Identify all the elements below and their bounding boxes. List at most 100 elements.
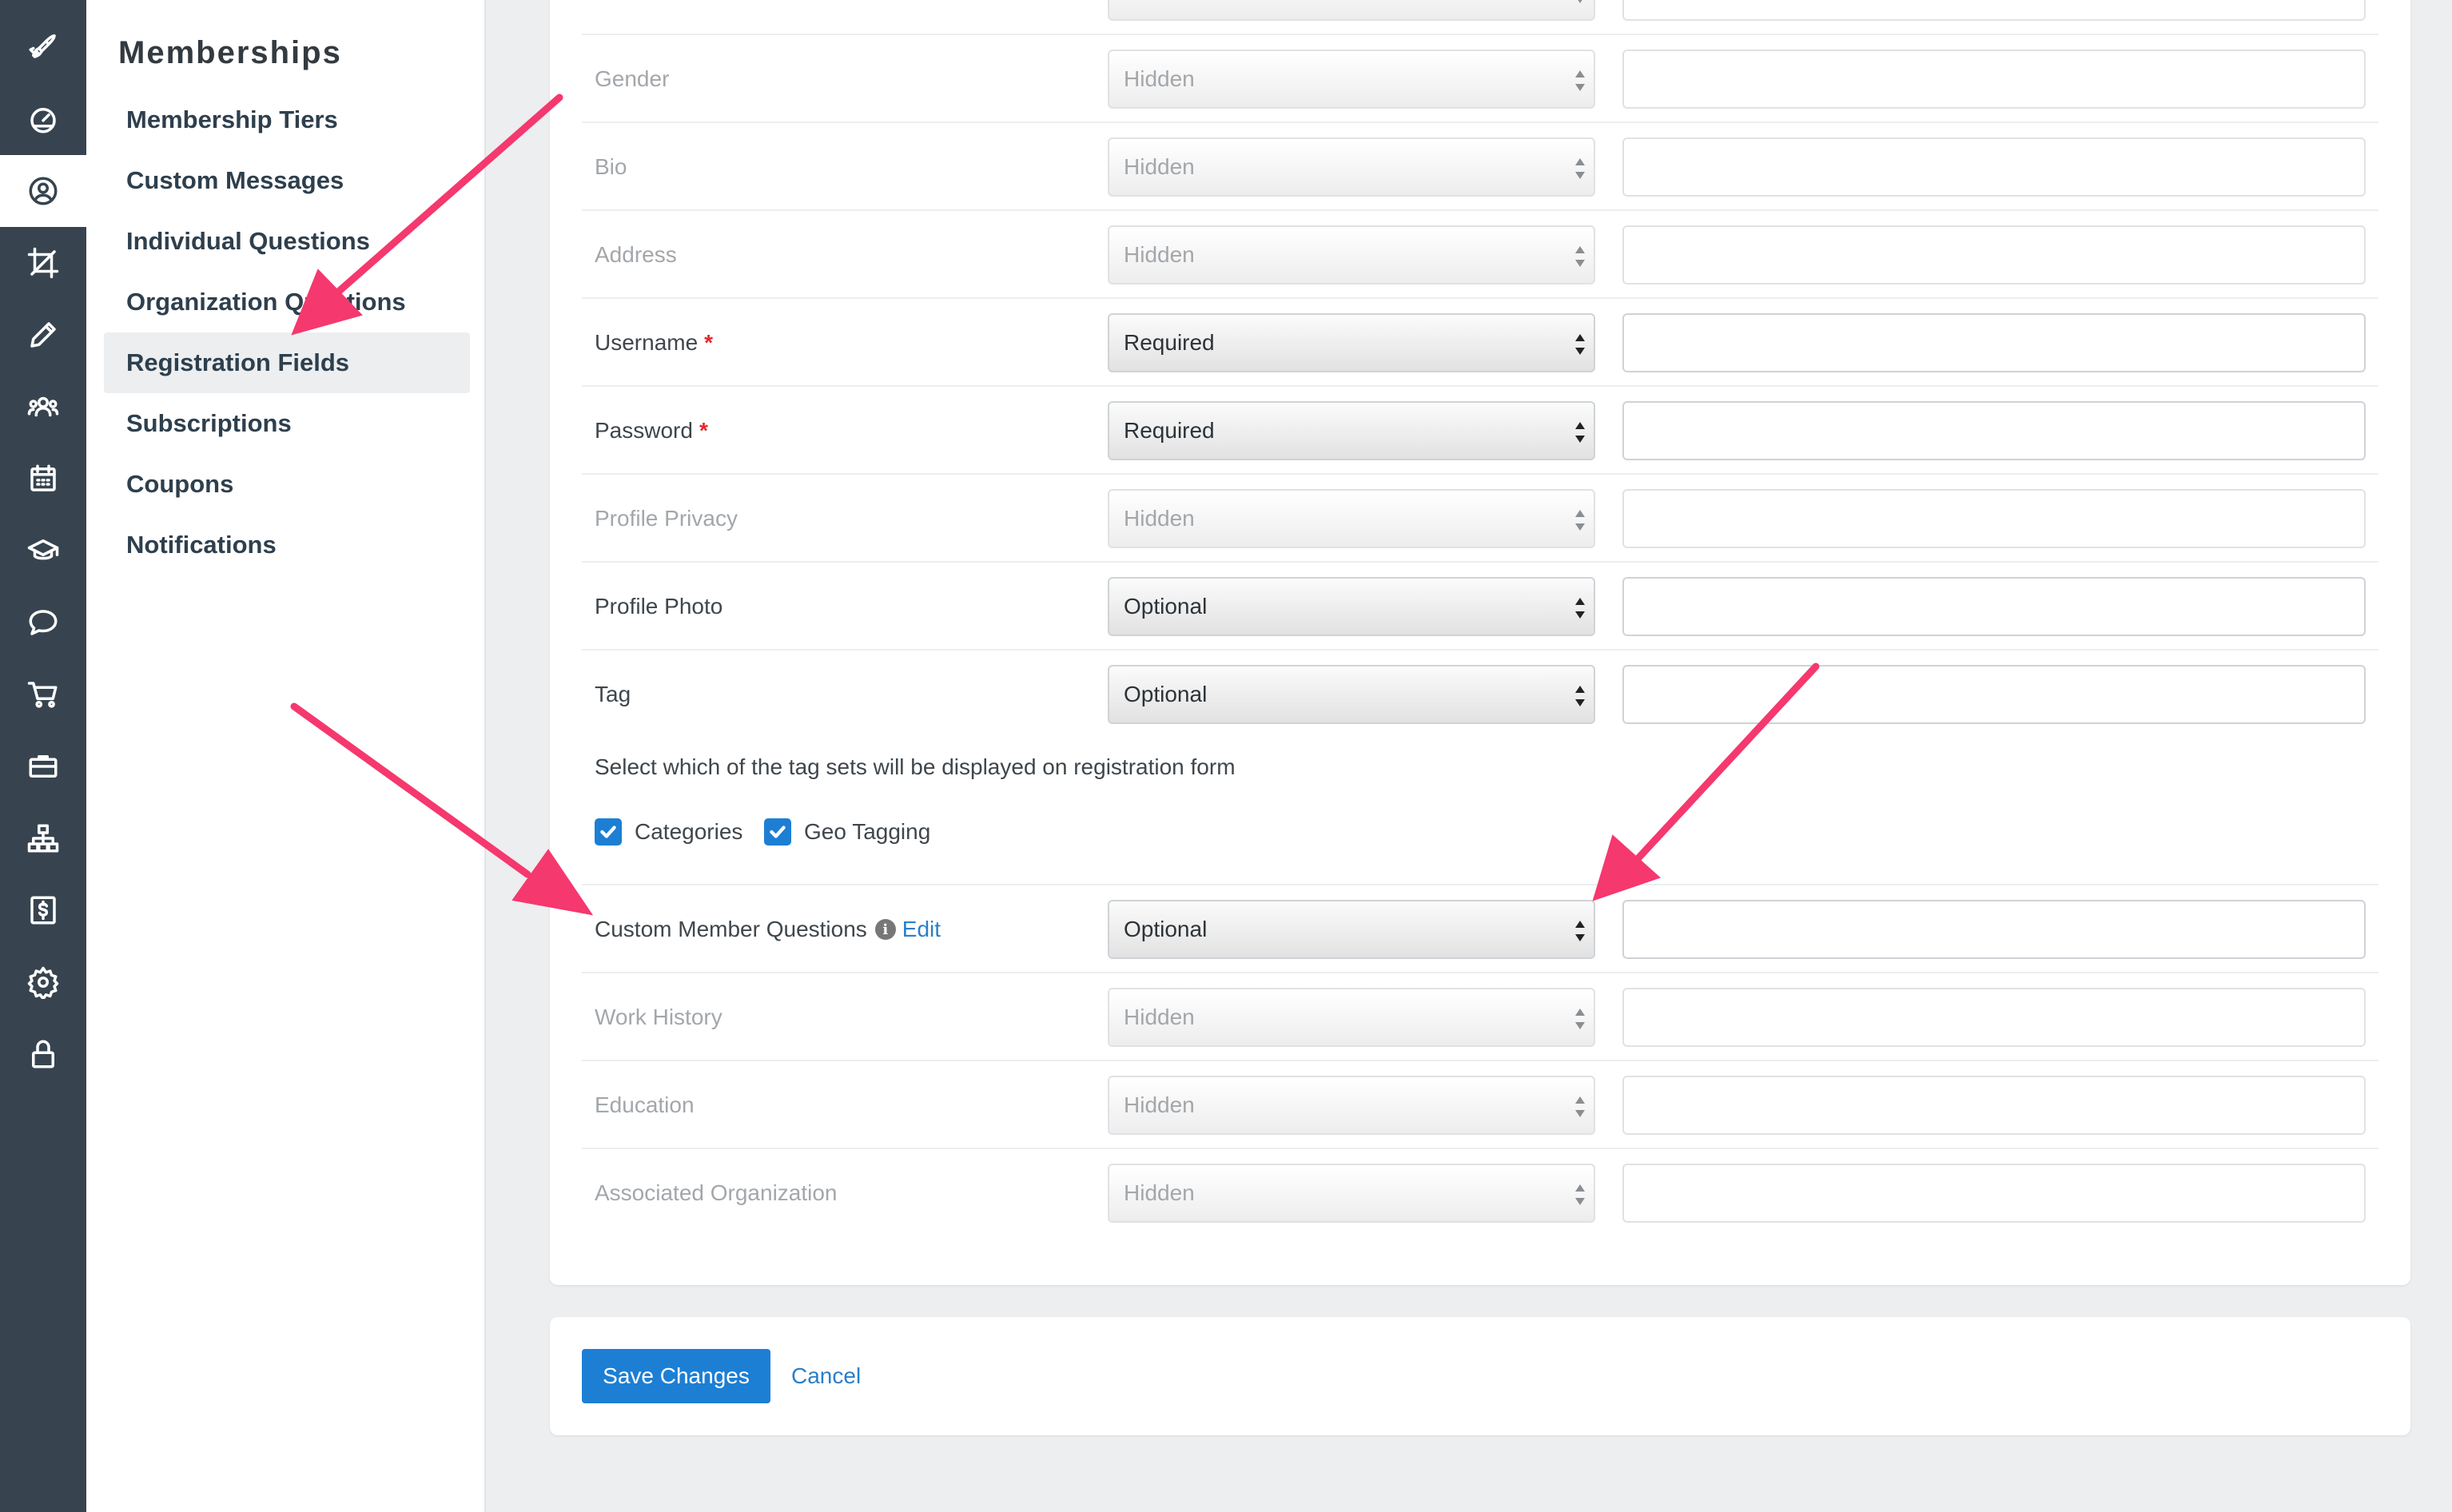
field-note-input[interactable]	[1622, 665, 2366, 724]
field-visibility-select[interactable]: Hidden	[1108, 50, 1595, 109]
briefcase-icon	[29, 755, 58, 778]
categories-checkbox[interactable]	[595, 818, 622, 846]
field-row-partial	[582, 0, 2378, 35]
field-visibility-select[interactable]: Optional	[1108, 665, 1595, 724]
sitemap-icon	[27, 824, 59, 853]
field-note-input[interactable]	[1622, 137, 2366, 197]
users-group-icon	[27, 396, 59, 417]
icon-rail	[0, 0, 86, 1512]
user-circle-icon	[29, 177, 58, 205]
field-note-input[interactable]	[1622, 489, 2366, 548]
field-row-profile-photo: Profile Photo Optional	[582, 563, 2378, 651]
required-asterisk: *	[704, 330, 714, 355]
form-actions-card: Save Changes Cancel	[550, 1317, 2410, 1435]
select-arrows-icon	[1574, 1095, 1586, 1119]
rail-jobs[interactable]	[0, 730, 86, 802]
rocket-icon	[29, 34, 56, 58]
subnav-item-membership-tiers[interactable]: Membership Tiers	[104, 90, 470, 150]
select-arrows-icon	[1574, 69, 1586, 93]
select-arrows-icon	[1574, 420, 1586, 444]
geo-tagging-checkbox[interactable]	[764, 818, 791, 846]
rail-rocket[interactable]	[0, 10, 86, 82]
rail-members[interactable]	[0, 155, 86, 227]
tag-sets-label: Select which of the tag sets will be dis…	[595, 754, 1236, 779]
rail-chat[interactable]	[0, 587, 86, 659]
field-label: Education	[595, 1092, 695, 1117]
rail-crop[interactable]	[0, 227, 86, 299]
subnav-item-registration-fields[interactable]: Registration Fields	[104, 332, 470, 393]
field-select-partial[interactable]	[1108, 0, 1595, 21]
field-visibility-select[interactable]: Optional	[1108, 900, 1595, 959]
pencil-icon	[30, 322, 56, 348]
rail-settings[interactable]	[0, 946, 86, 1018]
rail-dashboard[interactable]	[0, 83, 86, 155]
field-row-password: Password * Required	[582, 387, 2378, 475]
gear-icon	[27, 966, 59, 999]
field-note-input[interactable]	[1622, 401, 2366, 460]
rail-calendar[interactable]	[0, 443, 86, 515]
save-changes-button[interactable]: Save Changes	[582, 1349, 770, 1403]
subnav-item-coupons[interactable]: Coupons	[104, 454, 470, 515]
field-visibility-select[interactable]: Hidden	[1108, 137, 1595, 197]
shopping-cart-icon	[27, 682, 58, 708]
field-note-input[interactable]	[1622, 1076, 2366, 1135]
subnav-title: Memberships	[118, 35, 342, 70]
field-visibility-select[interactable]: Hidden	[1108, 988, 1595, 1047]
field-note-input[interactable]	[1622, 577, 2366, 636]
field-visibility-select[interactable]: Required	[1108, 401, 1595, 460]
field-row-gender: Gender Hidden	[582, 35, 2378, 123]
field-note-input[interactable]	[1622, 1164, 2366, 1223]
required-asterisk: *	[699, 418, 708, 443]
rail-users[interactable]	[0, 371, 86, 443]
select-arrows-icon	[1574, 508, 1586, 532]
subnav-item-custom-messages[interactable]: Custom Messages	[104, 150, 470, 211]
field-label: Bio	[595, 154, 627, 179]
field-note-input[interactable]	[1622, 225, 2366, 284]
subnav-item-subscriptions[interactable]: Subscriptions	[104, 393, 470, 454]
rail-security[interactable]	[0, 1018, 86, 1090]
crop-icon	[27, 247, 59, 279]
field-label: Profile Photo	[595, 594, 723, 619]
lock-icon	[32, 1040, 54, 1068]
rail-finance[interactable]	[0, 874, 86, 946]
field-note-input-partial[interactable]	[1622, 0, 2366, 21]
field-row-custom-member-questions: Custom Member Questions i Edit Optional	[582, 885, 2378, 973]
field-label: Profile Privacy	[595, 506, 738, 531]
memberships-subnav: Memberships Membership Tiers Custom Mess…	[86, 0, 486, 1512]
select-arrows-icon	[1574, 596, 1586, 620]
rail-cart[interactable]	[0, 659, 86, 730]
tag-set-geo-tagging[interactable]: Geo Tagging	[764, 818, 930, 846]
rail-structure[interactable]	[0, 802, 86, 874]
cancel-link[interactable]: Cancel	[791, 1349, 861, 1403]
rail-edit[interactable]	[0, 299, 86, 371]
select-arrows-icon	[1574, 0, 1586, 5]
field-visibility-select[interactable]: Hidden	[1108, 225, 1595, 284]
field-label: Associated Organization	[595, 1180, 838, 1205]
select-arrows-icon	[1574, 684, 1586, 708]
info-icon[interactable]: i	[874, 919, 896, 940]
field-label: Tag	[595, 682, 631, 706]
field-note-input[interactable]	[1622, 900, 2366, 959]
field-row-associated-organization: Associated Organization Hidden	[582, 1149, 2378, 1237]
field-visibility-select[interactable]: Required	[1108, 313, 1595, 372]
calendar-icon	[30, 464, 56, 491]
field-note-input[interactable]	[1622, 988, 2366, 1047]
rail-education[interactable]	[0, 515, 86, 587]
field-visibility-select[interactable]: Optional	[1108, 577, 1595, 636]
subnav-item-organization-questions[interactable]: Organization Questions	[104, 272, 470, 332]
field-visibility-select[interactable]: Hidden	[1108, 489, 1595, 548]
field-note-input[interactable]	[1622, 313, 2366, 372]
field-visibility-select[interactable]: Hidden	[1108, 1076, 1595, 1135]
subnav-item-individual-questions[interactable]: Individual Questions	[104, 211, 470, 272]
dollar-icon	[30, 896, 56, 925]
field-row-education: Education Hidden	[582, 1061, 2378, 1149]
checkbox-label: Geo Tagging	[804, 819, 931, 844]
subnav-item-notifications[interactable]: Notifications	[104, 515, 470, 575]
checkbox-label: Categories	[635, 819, 743, 844]
field-note-input[interactable]	[1622, 50, 2366, 109]
field-visibility-select[interactable]: Hidden	[1108, 1164, 1595, 1223]
tag-set-categories[interactable]: Categories	[595, 818, 742, 846]
field-row-work-history: Work History Hidden	[582, 973, 2378, 1061]
select-arrows-icon	[1574, 332, 1586, 356]
edit-questions-link[interactable]: Edit	[902, 917, 941, 942]
